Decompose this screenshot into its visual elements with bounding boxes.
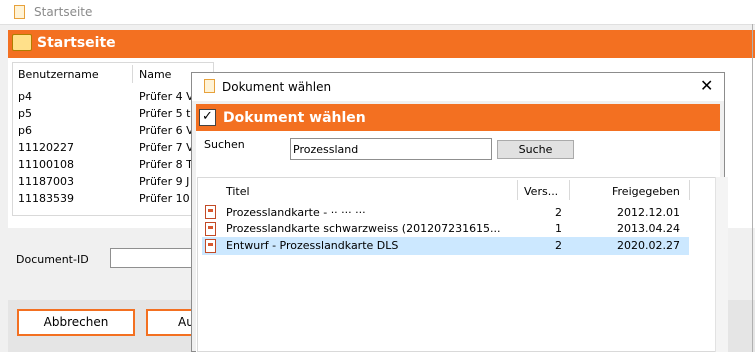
table-cell[interactable]: Prüfer 7 V — [139, 141, 194, 154]
row-released: 2013.04.24 — [617, 222, 680, 235]
column-header-released[interactable]: Freigegeben — [612, 185, 680, 198]
row-version: 2 — [555, 239, 562, 252]
table-cell[interactable]: Prüfer 9 J — [139, 175, 189, 188]
background-header-title: Startseite — [37, 35, 116, 51]
search-label: Suchen — [204, 138, 245, 151]
document-icon — [14, 5, 25, 19]
pdf-icon — [205, 239, 216, 253]
background-titlebar — [0, 0, 755, 25]
table-cell[interactable]: p6 — [18, 124, 32, 137]
column-separator — [569, 180, 570, 200]
pdf-icon — [205, 205, 216, 219]
background-header-bar — [8, 30, 755, 58]
column-header-name[interactable]: Name — [139, 68, 171, 81]
search-button[interactable]: Suche — [497, 140, 574, 159]
vertical-scrollbar[interactable] — [715, 177, 728, 352]
cancel-button[interactable]: Abbrechen — [17, 309, 135, 336]
column-header-title[interactable]: Titel — [226, 185, 250, 198]
table-cell[interactable]: p4 — [18, 90, 32, 103]
folder-icon — [12, 34, 32, 51]
table-cell[interactable]: Prüfer 5 t — [139, 107, 190, 120]
document-icon — [204, 79, 215, 93]
document-id-input[interactable] — [110, 248, 200, 268]
table-cell[interactable]: Prüfer 4 V — [139, 90, 194, 103]
checkbox-icon[interactable]: ✓ — [199, 109, 216, 126]
row-title[interactable]: Entwurf - Prozesslandkarte DLS — [226, 239, 398, 252]
table-cell[interactable]: Prüfer 10 — [139, 192, 190, 205]
row-version: 2 — [555, 206, 562, 219]
window-edge — [752, 24, 753, 352]
table-cell[interactable]: Prüfer 8 T — [139, 158, 193, 171]
table-cell[interactable]: 11120227 — [18, 141, 74, 154]
column-separator — [689, 180, 690, 200]
table-cell[interactable]: 11183539 — [18, 192, 74, 205]
document-table[interactable] — [197, 177, 717, 352]
search-input[interactable] — [290, 138, 492, 160]
row-released: 2020.02.27 — [617, 239, 680, 252]
table-cell[interactable]: 11100108 — [18, 158, 74, 171]
pdf-icon — [205, 222, 216, 236]
column-separator — [517, 180, 518, 200]
row-title[interactable]: Prozesslandkarte schwarzweiss (201207231… — [226, 222, 501, 235]
column-separator — [132, 65, 133, 83]
close-icon[interactable]: ✕ — [700, 76, 713, 95]
dialog-title: Dokument wählen — [222, 80, 332, 94]
column-header-version[interactable]: Vers... — [524, 185, 558, 198]
table-cell[interactable]: Prüfer 6 V — [139, 124, 194, 137]
row-version: 1 — [555, 222, 562, 235]
row-title[interactable]: Prozesslandkarte - ·· ··· ··· — [226, 206, 366, 219]
background-window-title: Startseite — [34, 5, 93, 19]
document-id-label: Document-ID — [16, 253, 89, 266]
table-cell[interactable]: 11187003 — [18, 175, 74, 188]
row-released: 2012.12.01 — [617, 206, 680, 219]
dialog-header-title: Dokument wählen — [223, 110, 366, 126]
column-header-username[interactable]: Benutzername — [18, 68, 99, 81]
table-cell[interactable]: p5 — [18, 107, 32, 120]
